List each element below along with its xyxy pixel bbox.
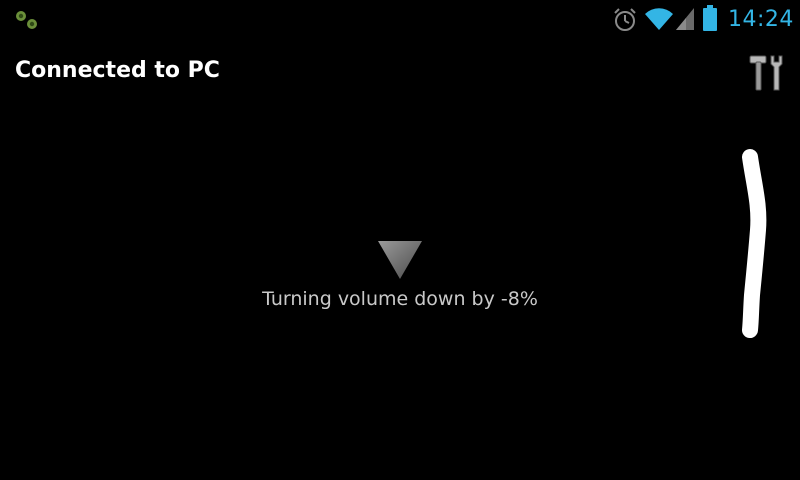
settings-button[interactable] (748, 52, 786, 92)
triangle-down-icon (378, 241, 422, 279)
status-message: Turning volume down by -8% (262, 288, 538, 310)
volume-feedback: Turning volume down by -8% (0, 236, 800, 326)
signal-icon (676, 8, 694, 30)
battery-icon (703, 5, 717, 31)
wifi-icon (645, 8, 673, 31)
app-header: Connected to PC (0, 38, 800, 108)
tools-icon (749, 55, 783, 91)
alarm-icon (614, 8, 636, 31)
status-icons: 14:24 (600, 0, 800, 38)
swipe-trail (742, 149, 767, 338)
app-notification-icon (16, 11, 37, 29)
status-bar: 14:24 (0, 0, 800, 38)
status-clock: 14:24 (728, 7, 794, 32)
page-title: Connected to PC (15, 58, 220, 83)
